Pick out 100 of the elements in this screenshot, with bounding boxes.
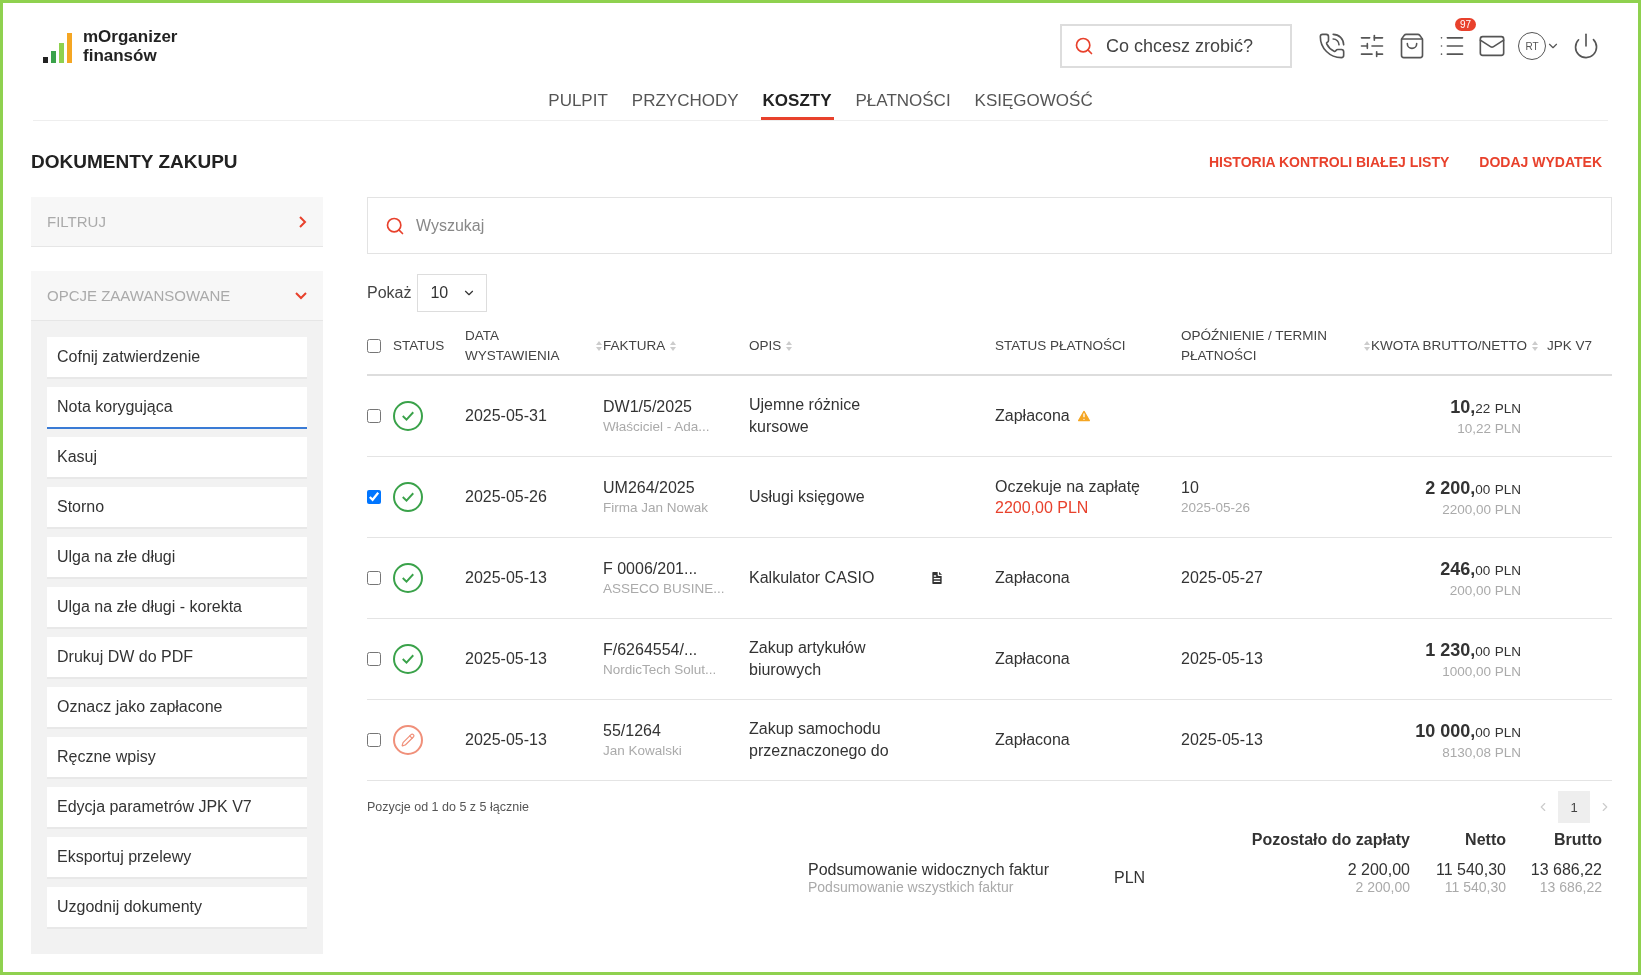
notification-badge: 97	[1454, 18, 1476, 31]
table-cell-text: Ujemne różnice kursowe	[749, 395, 862, 437]
summary-currency: PLN	[1114, 869, 1147, 887]
table-cell: 246,00 PLN	[1440, 558, 1521, 580]
table-cell-text: 2025-05-13	[465, 731, 548, 749]
nav-tab[interactable]: KSIĘGOWOŚĆ	[972, 91, 1095, 120]
select-all-checkbox[interactable]	[367, 339, 381, 353]
action-link[interactable]: HISTORIA KONTROLI BIAŁEJ LISTY	[1209, 154, 1450, 170]
summary-label: Podsumowanie wszystkich faktur	[808, 879, 1015, 895]
option-item[interactable]: Cofnij zatwierdzenie	[47, 337, 307, 379]
table-cell-text: Zakup artykułów biurowych	[749, 638, 867, 680]
table-cell-text: 2025-05-31	[465, 407, 548, 425]
summary-header: Brutto	[1553, 831, 1602, 850]
table-cell: Zapłacona	[995, 650, 1070, 668]
row-checkbox[interactable]	[367, 733, 381, 747]
action-link[interactable]: DODAJ WYDATEK	[1479, 154, 1602, 170]
table-cell: Zapłacona	[995, 407, 1070, 425]
option-item[interactable]: Ulga na złe długi	[47, 537, 307, 579]
row-checkbox[interactable]	[367, 571, 381, 585]
column-header[interactable]: KWOTA BRUTTO/NETTO	[1371, 336, 1527, 356]
document-icon[interactable]	[929, 570, 945, 586]
summary-label: Podsumowanie widocznych faktur	[808, 861, 1050, 879]
row-checkbox[interactable]	[367, 490, 381, 504]
table-cell: 8130,08 PLN	[1442, 744, 1521, 760]
column-header[interactable]: FAKTURA	[603, 336, 666, 356]
column-header[interactable]: DATA WYSTAWIENIA	[465, 326, 591, 366]
column-header[interactable]: OPIS	[749, 336, 782, 356]
row-checkbox[interactable]	[367, 409, 381, 423]
page-title: DOKUMENTY ZAKUPU	[31, 151, 238, 173]
option-item[interactable]: Edycja parametrów JPK V7	[47, 787, 307, 829]
column-header[interactable]: STATUS PŁATNOŚCI	[995, 336, 1126, 356]
page-size-label: Pokaż	[367, 284, 412, 302]
nav-tab[interactable]: PŁATNOŚCI	[853, 91, 953, 120]
search-icon	[1074, 36, 1094, 56]
table-cell-text: Właściciel - Ada...	[603, 419, 711, 434]
table-cell: 2 200,00 PLN	[1425, 477, 1521, 499]
table-cell-text: DW1/5/2025	[603, 398, 693, 416]
row-checkbox[interactable]	[367, 652, 381, 666]
chevron-down-icon	[295, 291, 307, 300]
option-item[interactable]: Kasuj	[47, 437, 307, 479]
option-item[interactable]: Ręczne wpisy	[47, 737, 307, 779]
chevron-right-icon	[299, 215, 307, 228]
table-cell-text: 2025-05-26	[1181, 500, 1252, 515]
table-cell: 1000,00 PLN	[1442, 663, 1521, 679]
option-item[interactable]: Oznacz jako zapłacone	[47, 687, 307, 729]
column-header[interactable]: STATUS	[393, 336, 445, 356]
page-size-select[interactable]: 10	[417, 274, 488, 312]
table-cell-text: 55/1264	[603, 722, 662, 740]
table-cell-text: UM264/2025	[603, 479, 696, 497]
table-cell-text: 10	[1181, 479, 1200, 497]
pagination-info: Pozycje od 1 do 5 z 5 łącznie	[367, 800, 529, 814]
search-field[interactable]: Wyszukaj	[367, 197, 1612, 254]
column-header[interactable]: JPK V7	[1547, 336, 1593, 356]
table-cell-text: Usługi księgowe	[749, 487, 865, 507]
table-cell-text: Kalkulator CASIO	[749, 568, 875, 588]
summary-value: 2 200,00	[1346, 861, 1410, 879]
search-field[interactable]: Co chcesz zrobić?	[1060, 24, 1292, 68]
nav-tab[interactable]: PRZYCHODY	[629, 91, 741, 120]
option-item[interactable]: Eksportuj przelewy	[47, 837, 307, 879]
search-icon	[385, 215, 405, 236]
table-cell: 10,22 PLN	[1457, 420, 1521, 436]
table-cell-text: NordicTech Solut...	[603, 662, 718, 677]
column-header[interactable]: OPÓŹNIENIE / TERMIN PŁATNOŚCI	[1181, 326, 1359, 366]
summary-header: Pozostało do zapłaty	[1250, 831, 1410, 850]
option-item[interactable]: Ulga na złe długi - korekta	[47, 587, 307, 629]
logo-text: finansów	[83, 46, 158, 65]
logo[interactable]: mOrganizer finansów	[43, 27, 178, 65]
table-cell-text: F 0006/201...	[603, 560, 699, 578]
option-item[interactable]: Drukuj DW do PDF	[47, 637, 307, 679]
table-cell-text: F/6264554/...	[603, 641, 699, 659]
table-cell-text: 2025-05-26	[465, 488, 548, 506]
option-item[interactable]: Nota korygująca	[47, 387, 307, 429]
table-cell: Zapłacona	[995, 569, 1070, 587]
page-button[interactable]: 1	[1558, 791, 1590, 823]
table-cell-text: 2025-05-13	[1181, 650, 1264, 668]
table-cell-text: 2025-05-13	[1181, 731, 1264, 749]
summary-header: Netto	[1464, 831, 1506, 850]
summary-value: 13 686,22	[1529, 861, 1602, 879]
table-cell-text: Zakup samochodu przeznaczonego do	[749, 719, 890, 761]
option-item[interactable]: Storno	[47, 487, 307, 529]
table-cell: Oczekuje na zapłatę	[995, 477, 1140, 496]
summary-value: 11 540,30	[1443, 879, 1506, 895]
table-cell: 2200,00 PLN	[1442, 501, 1521, 517]
option-item[interactable]: Uzgodnij dokumenty	[47, 887, 307, 929]
table-cell-text: ASSECO BUSINE...	[603, 581, 726, 596]
table-cell-text: 2025-05-27	[1181, 569, 1264, 587]
table-cell-text: Firma Jan Nowak	[603, 500, 710, 515]
table-cell-text: 2200,00 PLN	[995, 498, 1090, 517]
table-cell-text: 2025-05-13	[465, 569, 548, 587]
table-cell: 1 230,00 PLN	[1425, 639, 1521, 661]
table-cell: 10 000,00 PLN	[1415, 720, 1521, 742]
table-cell-text: Jan Kowalski	[603, 743, 683, 758]
summary-value: 11 540,30	[1435, 861, 1506, 879]
table-cell: 200,00 PLN	[1449, 582, 1521, 598]
table-cell-text: 2025-05-13	[465, 650, 548, 668]
summary-value: 13 686,22	[1538, 879, 1602, 895]
logo-text: mOrganizer	[83, 27, 178, 46]
nav-tab[interactable]: KOSZTY	[760, 91, 834, 120]
table-cell: 10,22 PLN	[1450, 396, 1521, 418]
nav-tab[interactable]: PULPIT	[546, 91, 610, 120]
